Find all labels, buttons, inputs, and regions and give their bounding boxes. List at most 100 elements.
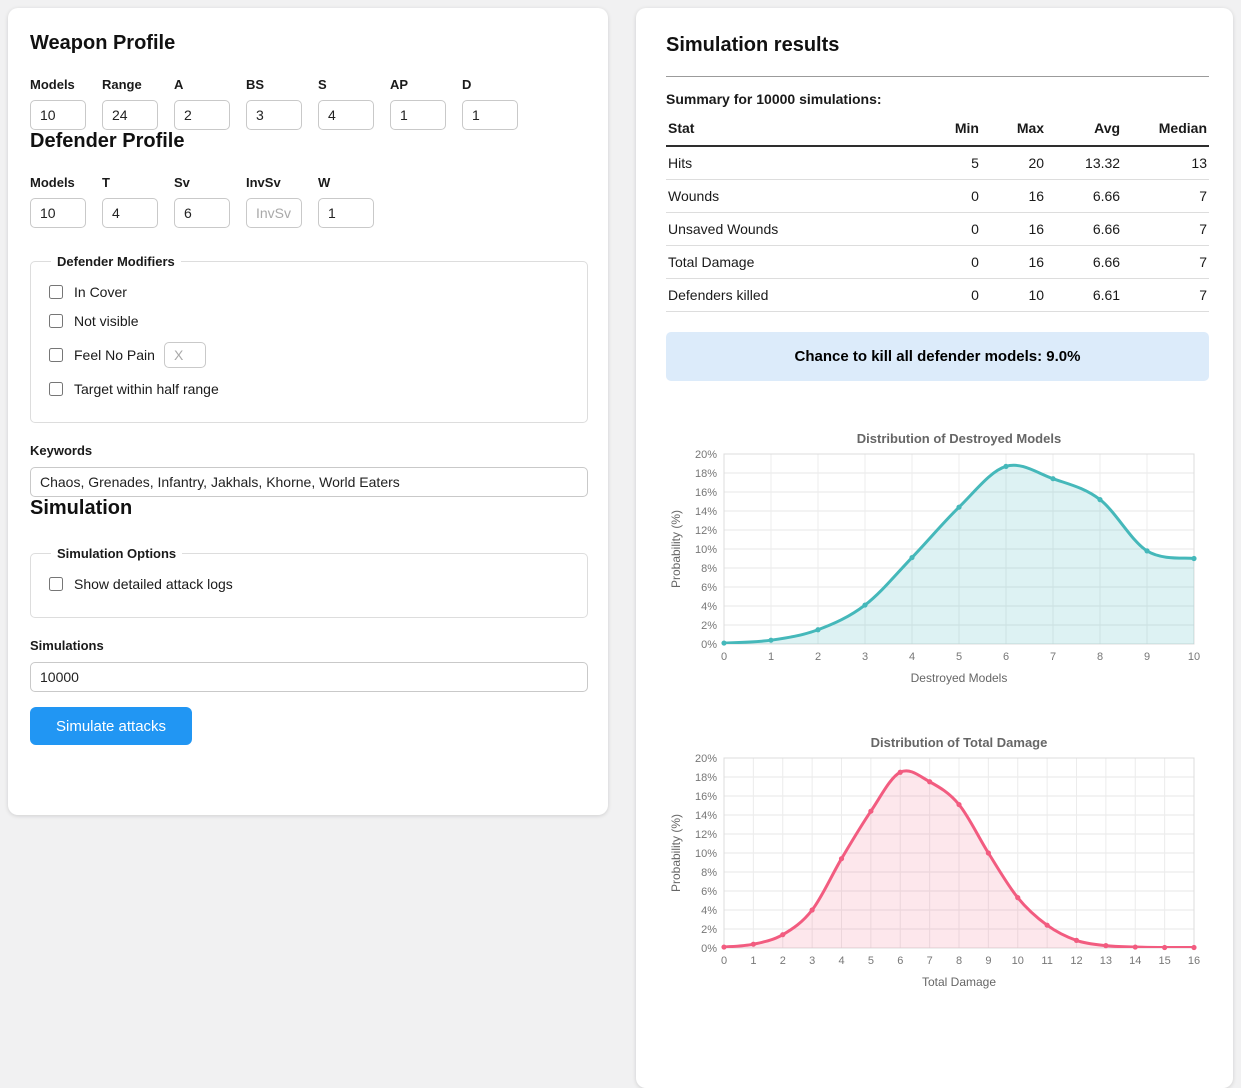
charts-container: Distribution of Destroyed Models 0% 2% 4% 6%… [666,427,1209,989]
svg-text:10%: 10% [695,848,717,860]
option-row-target-within-half-range[interactable]: Target within half range [49,381,569,397]
distribution-of-total-damage-chart: Distribution of Total Damage0%2%4%6%8%10… [666,731,1210,989]
svg-text:0: 0 [721,651,727,663]
col-header-avg: Avg [1046,111,1122,146]
col-header-stat: Stat [666,111,921,146]
weapon-bs-input[interactable] [246,100,302,130]
svg-text:12%: 12% [695,525,717,537]
show-detailed-attack-logs-checkbox[interactable] [49,577,63,591]
stat-value-cell: 16 [981,180,1046,213]
summary-heading: Summary for 10000 simulations: [666,91,1209,107]
svg-text:12%: 12% [695,829,717,841]
svg-text:15: 15 [1159,955,1171,967]
svg-text:0%: 0% [701,639,717,651]
stat-name-cell: Hits [666,146,921,180]
option-row-feel-no-pain[interactable]: Feel No Pain [49,342,569,368]
table-header-row: StatMinMaxAvgMedian [666,111,1209,146]
defender-w-input[interactable] [318,198,374,228]
svg-text:4: 4 [909,651,915,663]
keywords-label: Keywords [30,443,588,458]
feel-no-pain-label: Feel No Pain [74,347,155,363]
weapon-field-a: A [174,77,230,130]
weapon-field-ap: AP [390,77,446,130]
defender-field-t: T [102,175,158,228]
svg-text:20%: 20% [695,753,717,765]
feel-no-pain-value-input[interactable] [164,342,206,368]
target-within-half-range-checkbox[interactable] [49,382,63,396]
svg-text:Distribution of Destroyed Mode: Distribution of Destroyed Models [857,431,1061,446]
svg-text:5: 5 [956,651,962,663]
weapon-d-input[interactable] [462,100,518,130]
defender-invsv-label: InvSv [246,175,302,190]
defender-modifiers-legend: Defender Modifiers [51,254,181,269]
svg-text:4%: 4% [701,601,717,613]
weapon-range-input[interactable] [102,100,158,130]
col-header-max: Max [981,111,1046,146]
not-visible-checkbox[interactable] [49,314,63,328]
weapon-s-label: S [318,77,374,92]
weapon-ap-input[interactable] [390,100,446,130]
feel-no-pain-checkbox[interactable] [49,348,63,362]
svg-text:16%: 16% [695,487,717,499]
svg-text:0: 0 [721,955,727,967]
simulation-title: Simulation [30,497,588,520]
defender-field-w: W [318,175,374,228]
weapon-field-models: Models [30,77,86,130]
stat-value-cell: 7 [1122,279,1209,312]
svg-text:8%: 8% [701,867,717,879]
defender-models-input[interactable] [30,198,86,228]
weapon-models-input[interactable] [30,100,86,130]
weapon-ap-label: AP [390,77,446,92]
svg-text:20%: 20% [695,449,717,461]
stat-row-wounds: Wounds0166.667 [666,180,1209,213]
svg-text:18%: 18% [695,772,717,784]
option-row-show-detailed-attack-logs[interactable]: Show detailed attack logs [49,576,569,592]
svg-text:Destroyed Models: Destroyed Models [911,671,1008,685]
target-within-half-range-label: Target within half range [74,381,219,397]
option-row-in-cover[interactable]: In Cover [49,284,569,300]
svg-text:1: 1 [768,651,774,663]
stat-value-cell: 6.61 [1046,279,1122,312]
option-row-not-visible[interactable]: Not visible [49,313,569,329]
svg-text:2: 2 [780,955,786,967]
defender-sv-input[interactable] [174,198,230,228]
keywords-input[interactable] [30,467,588,497]
results-title: Simulation results [666,34,1209,57]
svg-text:0%: 0% [701,943,717,955]
svg-text:8: 8 [1097,651,1103,663]
svg-text:7: 7 [927,955,933,967]
svg-text:16: 16 [1188,955,1200,967]
weapon-models-label: Models [30,77,86,92]
svg-text:Probability (%): Probability (%) [669,814,683,892]
simulate-attacks-button[interactable]: Simulate attacks [30,707,192,745]
svg-text:4%: 4% [701,905,717,917]
kill-chance-banner: Chance to kill all defender models: 9.0% [666,332,1209,381]
stat-row-unsaved-wounds: Unsaved Wounds0166.667 [666,213,1209,246]
stat-value-cell: 10 [981,279,1046,312]
svg-text:6%: 6% [701,886,717,898]
svg-text:11: 11 [1041,955,1052,967]
svg-text:10%: 10% [695,544,717,556]
weapon-bs-label: BS [246,77,302,92]
weapon-s-input[interactable] [318,100,374,130]
defender-t-input[interactable] [102,198,158,228]
stat-name-cell: Total Damage [666,246,921,279]
svg-text:Probability (%): Probability (%) [669,510,683,588]
defender-w-label: W [318,175,374,190]
svg-text:2%: 2% [701,924,717,936]
simulation-options-legend: Simulation Options [51,546,182,561]
in-cover-label: In Cover [74,284,127,300]
svg-text:13: 13 [1100,955,1112,967]
defender-modifiers-fieldset: Defender Modifiers In Cover Not visible Fe… [30,254,588,423]
stat-row-total-damage: Total Damage0166.667 [666,246,1209,279]
in-cover-checkbox[interactable] [49,285,63,299]
show-detailed-attack-logs-label: Show detailed attack logs [74,576,233,592]
stat-name-cell: Defenders killed [666,279,921,312]
simulations-count-input[interactable] [30,662,588,692]
weapon-a-input[interactable] [174,100,230,130]
stat-value-cell: 0 [921,180,981,213]
defender-invsv-input[interactable] [246,198,302,228]
defender-field-sv: Sv [174,175,230,228]
weapon-field-d: D [462,77,518,130]
stat-value-cell: 6.66 [1046,213,1122,246]
